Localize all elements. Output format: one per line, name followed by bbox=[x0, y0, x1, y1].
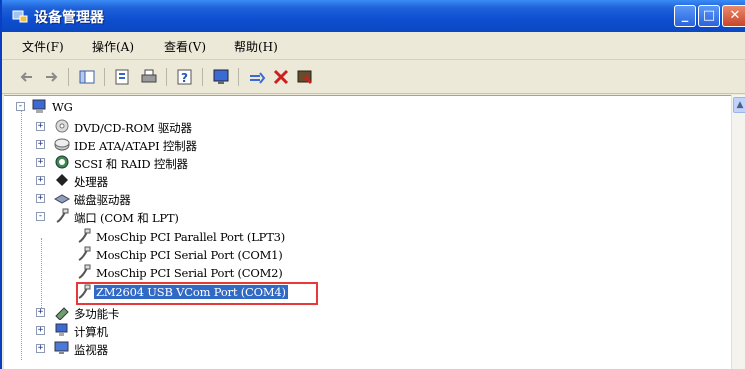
tree-item-label: 计算机 bbox=[74, 325, 108, 339]
tree-item-label: 多功能卡 bbox=[74, 307, 120, 321]
tree-item-processor[interactable]: + 处理器 bbox=[12, 172, 312, 190]
scan-hardware-icon[interactable] bbox=[212, 68, 230, 86]
port-icon bbox=[56, 208, 69, 223]
svg-text:?: ? bbox=[181, 71, 188, 85]
vertical-scrollbar[interactable]: ▲ bbox=[731, 95, 745, 369]
maximize-button[interactable]: □ bbox=[698, 5, 720, 27]
tree-item-multifunction[interactable]: + 多功能卡 bbox=[12, 304, 312, 322]
disable-icon[interactable] bbox=[296, 68, 314, 86]
device-manager-app-icon bbox=[12, 10, 28, 23]
collapse-icon[interactable]: - bbox=[16, 102, 25, 111]
show-hide-tree-icon[interactable] bbox=[78, 68, 96, 86]
tree-item-label: DVD/CD-ROM 驱动器 bbox=[74, 121, 192, 135]
port-item-label: MosChip PCI Serial Port (COM1) bbox=[96, 248, 283, 262]
expand-icon[interactable]: + bbox=[36, 140, 45, 149]
menu-bar: 文件(F) 操作(A) 查看(V) 帮助(H) bbox=[2, 32, 745, 60]
tree-item-label: 端口 (COM 和 LPT) bbox=[74, 211, 179, 225]
computer-icon bbox=[55, 323, 68, 336]
back-arrow-icon[interactable] bbox=[18, 68, 36, 86]
expand-icon[interactable]: + bbox=[36, 158, 45, 167]
tree-root[interactable]: - WG bbox=[12, 98, 132, 116]
device-manager-window: 设备管理器 _ □ ✕ 文件(F) 操作(A) 查看(V) 帮助(H) ? - … bbox=[0, 0, 745, 369]
tree-item-ports[interactable]: - 端口 (COM 和 LPT) bbox=[12, 208, 312, 226]
port-item-label: MosChip PCI Serial Port (COM2) bbox=[96, 266, 283, 280]
port-item-lpt3[interactable]: MosChip PCI Parallel Port (LPT3) bbox=[12, 228, 372, 246]
port-item-label: MosChip PCI Parallel Port (LPT3) bbox=[96, 230, 286, 244]
expand-icon[interactable]: + bbox=[36, 326, 45, 335]
expand-icon[interactable]: + bbox=[36, 194, 45, 203]
tree-item-label: SCSI 和 RAID 控制器 bbox=[74, 157, 188, 171]
ide-controller-icon bbox=[54, 138, 70, 151]
toolbar-separator bbox=[166, 68, 167, 86]
title-bar[interactable]: 设备管理器 _ □ ✕ bbox=[2, 0, 745, 32]
tree-item-label: 监视器 bbox=[74, 343, 108, 357]
tree-item-ide[interactable]: + IDE ATA/ATAPI 控制器 bbox=[12, 136, 312, 154]
toolbar-separator bbox=[202, 68, 203, 86]
scsi-controller-icon bbox=[55, 155, 69, 169]
menu-file[interactable]: 文件(F) bbox=[22, 38, 64, 55]
computer-icon bbox=[32, 99, 46, 113]
window-title: 设备管理器 bbox=[34, 10, 104, 26]
forward-arrow-icon[interactable] bbox=[42, 68, 60, 86]
multifunction-card-icon bbox=[55, 307, 69, 320]
tree-item-disk[interactable]: + 磁盘驱动器 bbox=[12, 190, 312, 208]
update-driver-icon[interactable] bbox=[248, 68, 266, 86]
tree-item-computer[interactable]: + 计算机 bbox=[12, 322, 312, 340]
menu-view[interactable]: 查看(V) bbox=[164, 38, 206, 55]
dvd-drive-icon bbox=[55, 119, 69, 133]
toolbar-separator bbox=[238, 68, 239, 86]
device-tree[interactable]: - WG + DVD/CD-ROM 驱动器 + IDE ATA/ATAPI 控制… bbox=[4, 95, 731, 369]
tree-root-label: WG bbox=[52, 100, 73, 114]
expand-icon[interactable]: + bbox=[36, 176, 45, 185]
toolbar-separator bbox=[104, 68, 105, 86]
help-icon[interactable]: ? bbox=[176, 68, 194, 86]
expand-icon[interactable]: + bbox=[36, 122, 45, 131]
scroll-up-arrow-icon[interactable]: ▲ bbox=[733, 97, 745, 113]
port-item-com1[interactable]: MosChip PCI Serial Port (COM1) bbox=[12, 246, 372, 264]
expand-icon[interactable]: + bbox=[36, 308, 45, 317]
port-icon bbox=[78, 264, 91, 279]
expand-icon[interactable]: + bbox=[36, 344, 45, 353]
processor-icon bbox=[56, 174, 68, 186]
tree-item-label: IDE ATA/ATAPI 控制器 bbox=[74, 139, 197, 153]
menu-action[interactable]: 操作(A) bbox=[92, 38, 134, 55]
tree-item-label: 处理器 bbox=[74, 175, 108, 189]
collapse-icon[interactable]: - bbox=[36, 212, 45, 221]
tree-item-monitor[interactable]: + 监视器 bbox=[12, 340, 312, 358]
menu-help[interactable]: 帮助(H) bbox=[234, 38, 278, 55]
close-button[interactable]: ✕ bbox=[722, 5, 745, 27]
uninstall-icon[interactable] bbox=[272, 68, 290, 86]
tree-item-scsi[interactable]: + SCSI 和 RAID 控制器 bbox=[12, 154, 312, 172]
tree-item-dvd[interactable]: + DVD/CD-ROM 驱动器 bbox=[12, 118, 312, 136]
disk-drive-icon bbox=[54, 194, 70, 204]
print-icon[interactable] bbox=[140, 68, 158, 86]
toolbar-separator bbox=[68, 68, 69, 86]
tree-item-label: 磁盘驱动器 bbox=[74, 193, 131, 207]
properties-icon[interactable] bbox=[114, 68, 132, 86]
port-item-com2[interactable]: MosChip PCI Serial Port (COM2) bbox=[12, 264, 372, 282]
port-icon bbox=[78, 228, 91, 243]
highlight-annotation-box bbox=[76, 282, 318, 305]
port-icon bbox=[78, 246, 91, 261]
minimize-button[interactable]: _ bbox=[674, 5, 696, 27]
toolbar: ? bbox=[2, 60, 745, 94]
monitor-icon bbox=[54, 341, 69, 354]
